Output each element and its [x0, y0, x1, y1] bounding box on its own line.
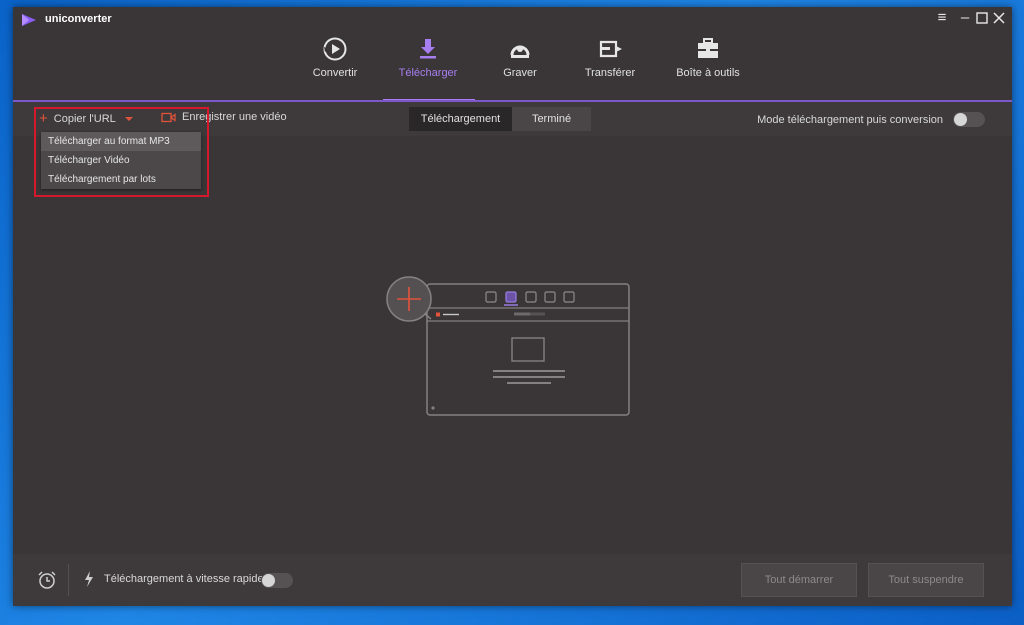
dropdown-item-batch[interactable]: Téléchargement par lots — [41, 170, 201, 189]
close-icon[interactable] — [990, 9, 1008, 27]
tab-transferer[interactable]: Transférer — [579, 33, 641, 101]
tab-boite-a-outils[interactable]: Boîte à outils — [673, 33, 743, 101]
fast-download-label: Téléchargement à vitesse rapide — [104, 573, 264, 585]
dropdown-item-mp3[interactable]: Télécharger au format MP3 — [41, 132, 201, 151]
app-title: uniconverter — [45, 13, 112, 25]
convert-icon — [323, 37, 347, 61]
download-status-tabs: Téléchargement Terminé — [409, 107, 591, 131]
app-logo-icon — [22, 14, 36, 26]
maximize-icon[interactable] — [973, 9, 991, 27]
copy-url-dropdown: Télécharger au format MP3 Télécharger Vi… — [41, 132, 201, 189]
lightning-icon — [85, 571, 93, 587]
empty-state-illustration — [386, 276, 630, 416]
menu-icon[interactable]: ≡ — [933, 9, 951, 27]
title-bar: uniconverter ≡ – — [13, 7, 1012, 33]
tab-graver[interactable]: Graver — [495, 33, 545, 101]
tab-telecharger[interactable]: Télécharger — [393, 33, 463, 101]
burn-disc-icon — [510, 45, 530, 58]
tab-telechargement[interactable]: Téléchargement — [409, 107, 512, 131]
minimize-icon[interactable]: – — [956, 9, 974, 27]
main-nav: Convertir Télécharger Graver Transférer … — [13, 33, 1012, 101]
fast-download-toggle[interactable] — [261, 573, 293, 588]
footer-bar: Téléchargement à vitesse rapide Tout dém… — [13, 554, 1012, 606]
pause-all-button[interactable]: Tout suspendre — [868, 563, 984, 597]
toolbox-icon — [698, 38, 718, 58]
app-window: uniconverter ≡ – Convertir Télécharger G… — [13, 7, 1012, 606]
start-all-button[interactable]: Tout démarrer — [741, 563, 857, 597]
transfer-icon — [599, 40, 622, 58]
footer-divider — [68, 564, 69, 596]
alarm-clock-icon[interactable] — [37, 570, 57, 590]
tab-convertir[interactable]: Convertir — [305, 33, 365, 101]
dropdown-item-video[interactable]: Télécharger Vidéo — [41, 151, 201, 170]
download-icon — [420, 39, 436, 59]
mode-download-convert: Mode téléchargement puis conversion — [757, 112, 985, 127]
mode-toggle[interactable] — [953, 112, 985, 127]
tab-termine[interactable]: Terminé — [512, 107, 591, 131]
